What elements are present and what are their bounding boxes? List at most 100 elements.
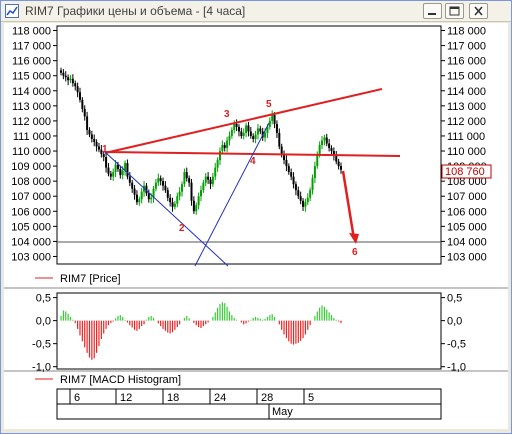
- candle-body: [209, 179, 212, 185]
- candle-body: [190, 182, 193, 201]
- candle-body: [202, 182, 205, 191]
- candle-body: [271, 114, 274, 121]
- candle-body: [249, 131, 252, 136]
- price-tick-label-left: 106 000: [11, 206, 51, 218]
- maximize-icon: [449, 6, 460, 16]
- candle-body: [192, 200, 195, 212]
- candle-body: [278, 132, 281, 147]
- candle-body: [285, 160, 288, 167]
- candle-body: [335, 155, 338, 162]
- candle-body: [325, 137, 328, 144]
- price-tick-label-left: 103 000: [11, 251, 51, 263]
- price-tick-label-right: 104 000: [447, 236, 487, 248]
- candle-body: [216, 160, 219, 168]
- candle-body: [226, 140, 229, 149]
- candle-body: [114, 164, 117, 173]
- price-tick-label-right: 115 000: [447, 71, 486, 83]
- candle-body: [71, 78, 74, 84]
- candle-body: [318, 145, 321, 155]
- candle-body: [121, 170, 124, 176]
- maximize-button[interactable]: [445, 3, 464, 19]
- candle-body: [164, 185, 167, 191]
- candle-body: [247, 125, 250, 132]
- macd-tick-label-right: 0,0: [447, 316, 462, 328]
- candle-body: [207, 176, 210, 180]
- candle-body: [176, 196, 179, 204]
- candle-body: [235, 123, 238, 127]
- candle-body: [183, 172, 186, 185]
- candle-body: [157, 178, 160, 183]
- minimize-icon: [428, 13, 436, 15]
- candle-body: [197, 196, 200, 206]
- window-title: RIM7 Графики цены и объема - [4 часа]: [25, 4, 246, 18]
- candle-body: [126, 163, 129, 177]
- candle-body: [323, 137, 326, 141]
- chart-area[interactable]: 118 000 117 000 116 000 115 000 114 000 113 0…: [4, 23, 508, 429]
- day-label: 28: [261, 392, 273, 404]
- candle-body: [178, 191, 181, 197]
- candle-body: [64, 75, 67, 78]
- price-tick-label-left: 111 000: [13, 131, 51, 143]
- macd-legend: RIM7 [MACD Histogram]: [60, 374, 181, 386]
- price-tick-label-right: 113 000: [447, 101, 486, 113]
- macd-axis-left: 0,5 0,0 -0,5 -1,0: [32, 293, 57, 374]
- price-tick-label-left: 110 000: [12, 146, 51, 158]
- close-icon: [474, 6, 483, 16]
- candle-body: [133, 188, 136, 195]
- price-tick-label-right: 118 000: [447, 26, 486, 38]
- candle-body: [304, 202, 307, 207]
- price-tick-label-right: 105 000: [447, 221, 487, 233]
- close-button[interactable]: [469, 3, 488, 19]
- chart-window: RIM7 Графики цены и объема - [4 часа] 11…: [0, 0, 512, 434]
- price-tick-label-left: 112 000: [12, 116, 51, 128]
- candle-body: [230, 129, 233, 136]
- day-label: 5: [308, 392, 314, 404]
- candle-body: [221, 145, 224, 152]
- candle-body: [173, 203, 176, 207]
- macd-panel-frame: [56, 292, 442, 370]
- candle-body: [268, 120, 271, 127]
- candle-body: [166, 190, 169, 198]
- candle-body: [328, 143, 331, 149]
- candle-body: [147, 193, 150, 200]
- price-tick-label-right: 114 000: [447, 86, 486, 98]
- candle-body: [340, 166, 342, 170]
- candle-body: [299, 196, 302, 201]
- price-chart-canvas[interactable]: 118 000 117 000 116 000 115 000 114 000 113 0…: [4, 23, 508, 429]
- macd-tick-label-right: 0,5: [447, 293, 462, 305]
- minimize-button[interactable]: [423, 3, 442, 19]
- wave-label-4: 4: [250, 156, 256, 167]
- candle-body: [228, 135, 231, 141]
- price-tick-label-left: 114 000: [12, 86, 51, 98]
- macd-tick-label-left: -1,0: [32, 362, 51, 374]
- candle-body: [188, 178, 191, 183]
- candle-body: [256, 128, 259, 135]
- candle-body: [112, 172, 115, 177]
- day-label: 12: [120, 392, 132, 404]
- candle-body: [181, 184, 184, 192]
- price-axis-left: 118 000 117 000 116 000 115 000 114 000 113 0…: [11, 26, 57, 263]
- candle-body: [311, 178, 314, 191]
- candle-body: [330, 148, 333, 152]
- candle-body: [159, 178, 162, 182]
- candle-body: [90, 134, 93, 139]
- candle-body: [162, 181, 165, 186]
- candle-body: [107, 167, 110, 174]
- candle-body: [97, 146, 100, 150]
- price-tick-label-right: 103 000: [447, 251, 487, 263]
- wave-label-1: 1: [102, 144, 108, 155]
- candle-body: [76, 86, 79, 93]
- candle-body: [290, 172, 293, 177]
- wave-label-5: 5: [266, 99, 272, 110]
- candle-body: [287, 166, 290, 173]
- candle-body: [306, 197, 309, 203]
- candle-body: [321, 140, 324, 145]
- candle-body: [275, 123, 278, 133]
- candle-body: [302, 200, 305, 207]
- title-bar[interactable]: RIM7 Графики цены и объема - [4 часа]: [1, 1, 511, 22]
- current-price-tag: 108 760: [445, 166, 485, 178]
- candle-body: [60, 70, 62, 73]
- candle-body: [218, 151, 221, 161]
- candle-body: [138, 199, 141, 203]
- macd-axis-right: 0,5 0,0 -0,5 -1,0: [441, 293, 466, 374]
